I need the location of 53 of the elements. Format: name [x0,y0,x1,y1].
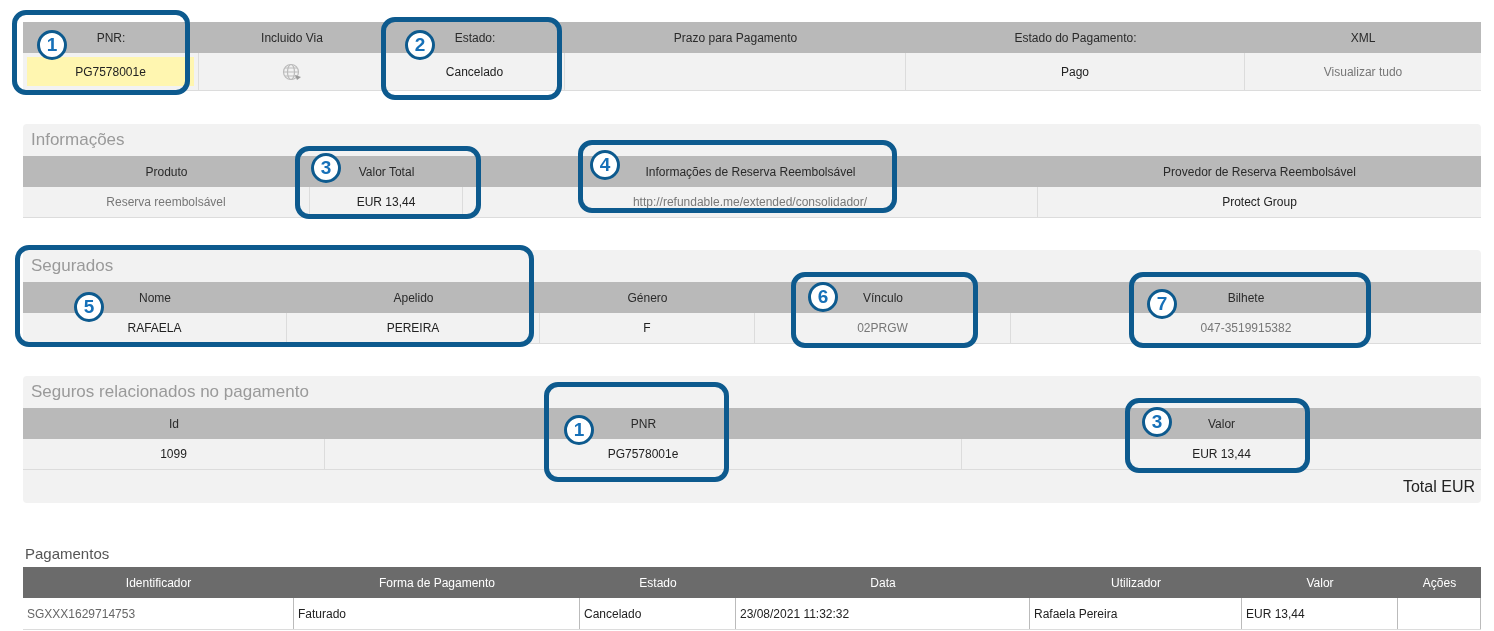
table-cell: Cancelado [584,606,642,621]
table-cell: F [643,321,651,335]
column-header: Valor [1306,575,1334,590]
column-header: Utilizador [1111,575,1161,590]
column-header: Ações [1422,575,1457,590]
globe-icon [281,62,302,81]
column-header: Estado [639,575,677,590]
column-header: PNR: [96,30,126,45]
link[interactable]: http://refundable.me/extended/consolidador/ [632,195,868,209]
table-cell: PG7578001e [607,447,679,461]
column-header: Estado do Pagamento: [1014,30,1137,45]
table-cell: 02PRGW [857,321,908,335]
table-cell: EUR 13,44 [356,195,416,209]
column-header: Incluido Via [261,30,323,45]
table-cell: SGXXX1629714753 [27,606,136,621]
column-header: Nome [139,290,171,305]
total-label: Total EUR [1402,477,1476,496]
column-header: Id [169,416,179,431]
table-cell: Faturado [298,606,347,621]
column-header: XML [1350,30,1376,45]
column-header: Identificador [125,575,192,590]
section-title: Pagamentos [25,544,110,562]
column-header: Informações de Reserva Reembolsável [645,164,856,179]
section-title: Informações [31,130,125,150]
table-cell: Rafaela Pereira [1034,606,1118,621]
table-cell: Protect Group [1222,195,1297,209]
table-cell: Cancelado [445,64,504,79]
table-cell: EUR 13,44 [1246,606,1305,621]
section-title: Segurados [31,256,114,276]
column-header: Valor Total [358,164,415,179]
column-header: Apelido [393,290,434,305]
table-cell: Reserva reembolsável [106,195,226,209]
column-header: Produto [145,164,188,179]
table-cell: EUR 13,44 [1192,447,1251,461]
table-cell: PEREIRA [386,321,440,335]
table-cell: RAFAELA [127,321,182,335]
pnr-value: PG7578001e [27,57,194,86]
section-title: Seguros relacionados no pagamento [31,382,309,402]
column-header: Prazo para Pagamento [673,30,798,45]
column-header: Género [627,290,668,305]
column-header: Provedor de Reserva Reembolsável [1163,164,1356,179]
column-header: Forma de Pagamento [378,575,496,590]
table-cell: 1099 [160,447,187,461]
column-header: PNR [630,416,657,431]
table-cell: 047-3519915382 [1200,321,1292,335]
column-header: Data [870,575,896,590]
column-header: Bilhete [1227,290,1265,305]
column-header: Estado: [454,30,496,45]
link[interactable]: Visualizar tudo [1323,64,1403,79]
column-header: Valor [1207,416,1236,431]
table-cell: 23/08/2021 11:32:32 [740,606,850,621]
table-cell: Pago [1061,64,1089,79]
column-header: Vínculo [863,290,903,305]
